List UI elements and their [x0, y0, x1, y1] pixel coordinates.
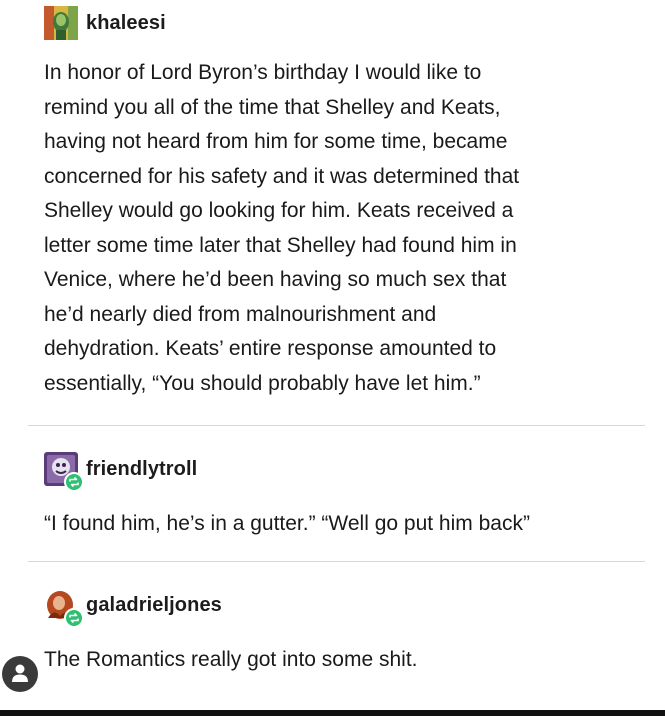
post-username[interactable]: friendlytroll — [86, 458, 197, 481]
post-body-text: “I found him, he’s in a gutter.” “Well g… — [44, 512, 530, 535]
post-header: galadrieljones — [44, 588, 222, 628]
post-username[interactable]: galadrieljones — [86, 594, 222, 617]
user-profile-icon[interactable] — [2, 656, 38, 692]
bottom-edge-bar — [0, 710, 665, 716]
khaleesi-avatar-icon[interactable] — [44, 6, 78, 40]
post-header: friendlytroll — [44, 452, 197, 492]
reblog-icon — [64, 608, 84, 628]
post-divider — [28, 425, 645, 426]
friendlytroll-avatar-icon[interactable] — [44, 452, 84, 492]
post-header: khaleesi — [44, 6, 166, 40]
reblog-icon — [64, 472, 84, 492]
galadrieljones-avatar-icon[interactable] — [44, 588, 84, 628]
post-body-text: In honor of Lord Byron’s birthday I woul… — [44, 61, 520, 395]
post-body-text: The Romantics really got into some shit. — [44, 648, 418, 671]
post-divider — [28, 561, 645, 562]
post-username[interactable]: khaleesi — [86, 12, 166, 35]
